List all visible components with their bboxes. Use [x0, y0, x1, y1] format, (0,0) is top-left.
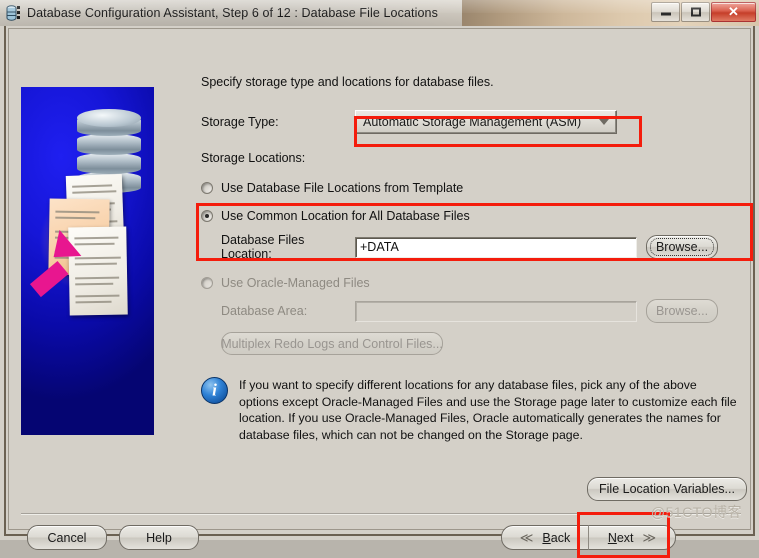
- minimize-button[interactable]: [651, 2, 680, 22]
- radio-use-template[interactable]: Use Database File Locations from Templat…: [201, 179, 749, 197]
- database-files-location-row: Database Files Location: +DATA Browse...: [201, 233, 749, 261]
- storage-type-combo[interactable]: Automatic Storage Management (ASM): [355, 110, 617, 134]
- window-title: Database Configuration Assistant, Step 6…: [27, 6, 438, 20]
- next-button-mnemonic: N: [607, 530, 617, 545]
- next-button-label: ext: [616, 530, 634, 545]
- info-block: If you want to specify different locatio…: [201, 377, 749, 443]
- database-area-row: Database Area: Browse...: [201, 299, 749, 323]
- help-button[interactable]: Help: [119, 525, 199, 550]
- back-chevron-icon: ≪: [519, 529, 534, 545]
- file-location-variables-button[interactable]: File Location Variables...: [587, 477, 747, 501]
- window-controls: ✕: [650, 2, 756, 23]
- title-bar: Database Configuration Assistant, Step 6…: [0, 0, 759, 26]
- content-panel: Specify storage type and locations for d…: [201, 75, 749, 443]
- dca-window: Database Configuration Assistant, Step 6…: [0, 0, 759, 558]
- minimize-icon: [660, 12, 671, 16]
- storage-locations-label: Storage Locations:: [201, 151, 306, 165]
- browse-button-database-area[interactable]: Browse...: [646, 299, 718, 323]
- footer-separator: [21, 513, 741, 515]
- cancel-button[interactable]: Cancel: [27, 525, 107, 550]
- storage-type-row: Storage Type: Automatic Storage Manageme…: [201, 110, 749, 134]
- maximize-button[interactable]: [681, 2, 710, 22]
- browse-button-label: Browse...: [649, 238, 715, 256]
- maximize-icon: [690, 7, 701, 17]
- radio-use-oracle-managed-files[interactable]: Use Oracle-Managed Files: [201, 274, 749, 292]
- chevron-down-icon: [599, 119, 609, 125]
- database-icon: [6, 5, 21, 21]
- dialog-client-area: Specify storage type and locations for d…: [8, 28, 753, 558]
- navigation-button-group: ≪ Back Next ≫: [501, 525, 676, 550]
- artwork-page: [68, 226, 128, 316]
- next-button[interactable]: Next ≫: [589, 525, 676, 550]
- file-location-variables-label: File Location Variables...: [599, 482, 735, 496]
- close-icon: ✕: [728, 4, 739, 19]
- help-button-label: Help: [146, 530, 172, 545]
- watermark: @51CTO博客: [650, 504, 742, 520]
- browse-button-label: Browse...: [655, 304, 709, 318]
- radio-use-common-location[interactable]: Use Common Location for All Database Fil…: [201, 207, 749, 225]
- wizard-artwork: [21, 87, 154, 435]
- next-chevron-icon: ≫: [642, 529, 657, 545]
- storage-type-value: Automatic Storage Management (ASM): [363, 115, 582, 129]
- multiplex-redo-logs-button[interactable]: Multiplex Redo Logs and Control Files...: [221, 332, 443, 355]
- info-text: If you want to specify different locatio…: [239, 378, 737, 442]
- title-plate: Database Configuration Assistant, Step 6…: [0, 0, 462, 26]
- dialog-frame: Specify storage type and locations for d…: [4, 26, 755, 558]
- database-files-location-label: Database Files Location:: [221, 233, 305, 261]
- radio-use-template-label: Use Database File Locations from Templat…: [221, 181, 464, 195]
- database-area-label: Database Area:: [221, 304, 308, 318]
- common-location-group: Use Common Location for All Database Fil…: [201, 207, 749, 261]
- radio-button-icon: [201, 277, 213, 289]
- page-headline: Specify storage type and locations for d…: [201, 75, 494, 89]
- multiplex-redo-logs-label: Multiplex Redo Logs and Control Files...: [221, 336, 443, 351]
- info-icon: [201, 377, 228, 404]
- database-files-location-input[interactable]: +DATA: [355, 236, 637, 258]
- storage-type-label: Storage Type:: [201, 115, 279, 129]
- back-button-label: ack: [550, 530, 571, 545]
- radio-button-selected-icon: [201, 210, 213, 222]
- back-button[interactable]: ≪ Back: [501, 525, 589, 550]
- browse-button-files-location[interactable]: Browse...: [646, 235, 718, 259]
- radio-use-common-location-label: Use Common Location for All Database Fil…: [221, 209, 470, 223]
- database-files-location-value: +DATA: [360, 240, 399, 254]
- radio-use-oracle-managed-files-label: Use Oracle-Managed Files: [221, 276, 370, 290]
- radio-button-icon: [201, 182, 213, 194]
- oracle-managed-files-group: Use Oracle-Managed Files Database Area: …: [201, 274, 749, 355]
- database-area-input[interactable]: [355, 300, 637, 322]
- cancel-button-label: Cancel: [47, 530, 87, 545]
- close-button[interactable]: ✕: [711, 2, 756, 22]
- back-button-mnemonic: B: [542, 530, 551, 545]
